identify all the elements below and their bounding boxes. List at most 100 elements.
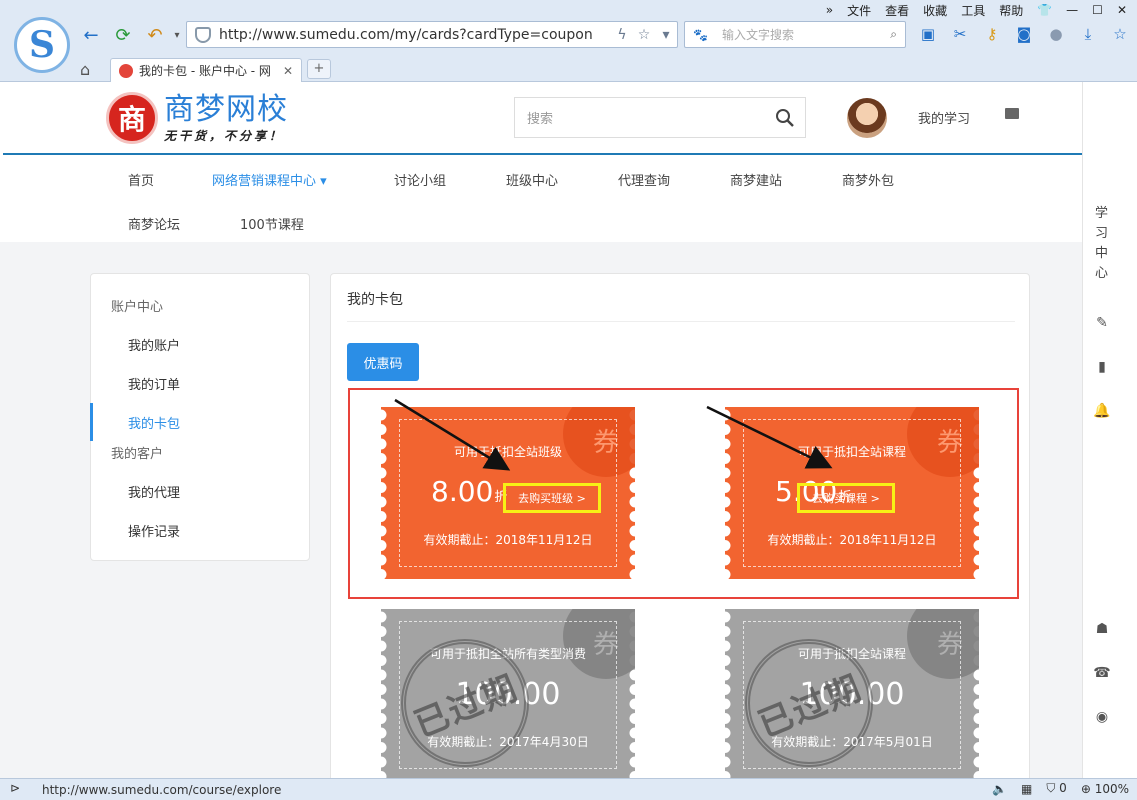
maximize-icon[interactable]: ☐ [1092, 3, 1103, 17]
brand-slogan: 无干货，不分享！ [164, 128, 285, 143]
nav-outsourcing[interactable]: 商梦外包 [842, 170, 894, 189]
panel-title: 我的卡包 [347, 292, 403, 308]
main-nav: 首页 网络营销课程中心 ▾ 讨论小组 班级中心 代理查询 商梦建站 商梦外包 商… [0, 155, 1082, 242]
search-icon[interactable] [765, 108, 805, 128]
toolbar-icons: ▣ ✂ ⚷ ◙ ● ⤓ ☆ [918, 24, 1130, 44]
status-bar: ⊳ http://www.sumedu.com/course/explore 🔈… [0, 778, 1137, 800]
status-url: http://www.sumedu.com/course/explore [42, 782, 282, 797]
qq-icon[interactable]: ☗ [1093, 620, 1111, 638]
url-dropdown-icon[interactable]: ▾ [655, 27, 677, 43]
skin-icon[interactable]: 👕 [1037, 3, 1052, 17]
more-dots-icon[interactable]: ● [1046, 24, 1066, 44]
browser-chrome: S » 文件 查看 收藏 工具 帮助 👕 — ☐ ✕ ← ⟳ ↶ ▾ http:… [0, 0, 1137, 82]
sidebar-active-indicator [90, 403, 93, 441]
nav-site-building[interactable]: 商梦建站 [730, 170, 782, 189]
brand-name: 商梦网校 [164, 91, 288, 127]
menu-view[interactable]: 查看 [885, 2, 909, 19]
favicon-icon [119, 63, 133, 78]
adblock-icon[interactable]: ⛉ 0 [1046, 781, 1066, 796]
nav-course-center[interactable]: 网络营销课程中心 ▾ [212, 170, 327, 189]
site-logo[interactable]: 商 商梦网校 无干货，不分享！ [106, 92, 288, 144]
seal-logo-icon: 商 [106, 92, 158, 144]
browser-menubar: » 文件 查看 收藏 工具 帮助 👕 — ☐ ✕ [826, 1, 1127, 19]
account-sidebar: 账户中心 我的账户 我的订单 我的卡包 我的客户 我的代理 操作记录 [90, 273, 310, 561]
buy-link-button[interactable]: 去购买班级 > [503, 483, 601, 513]
bell-icon[interactable]: 🔔 [1093, 402, 1111, 420]
coupon-card: 券 可用于抵扣全站所有类型消费 100.00 已过期 有效期截止：2017年4月30… [381, 609, 635, 778]
notebook-icon[interactable]: ▮ [1093, 358, 1111, 376]
scissors-icon[interactable]: ✂ [950, 24, 970, 44]
refresh-icon[interactable]: ⟳ [112, 24, 134, 46]
adblock-count: 0 [1059, 781, 1067, 795]
menu-tools[interactable]: 工具 [961, 2, 985, 19]
star-icon[interactable]: ☆ [633, 27, 655, 43]
pencil-icon[interactable]: ✎ [1093, 314, 1111, 332]
menu-more[interactable]: » [826, 3, 833, 17]
address-bar[interactable]: http://www.sumedu.com/my/cards?cardType=… [186, 21, 678, 48]
paw-icon: 🐾 [693, 27, 708, 42]
sidebar-item-my-agents[interactable]: 我的代理 [128, 482, 180, 501]
coupon-expiry: 有效期截止：2018年11月12日 [423, 533, 593, 547]
favorites-star-icon[interactable]: ☆ [1110, 24, 1130, 44]
coupon-expiry: 有效期截止：2017年5月01日 [771, 735, 933, 749]
coupon-description: 可用于抵扣全站班级 [453, 445, 562, 459]
menu-favorites[interactable]: 收藏 [923, 2, 947, 19]
site-search-placeholder: 搜索 [527, 112, 554, 127]
nav-100-courses[interactable]: 100节课程 [240, 214, 304, 233]
undo-icon[interactable]: ↶ [144, 24, 166, 46]
search-icon[interactable]: ⌕ [890, 27, 897, 42]
nav-home[interactable]: 首页 [128, 170, 154, 189]
sidebar-toggle-icon[interactable]: ⊳ [10, 781, 20, 795]
lightning-icon[interactable]: ϟ [611, 27, 633, 43]
close-window-icon[interactable]: ✕ [1117, 3, 1127, 17]
tab-title: 我的卡包 - 账户中心 - 网 [139, 64, 271, 78]
mail-icon[interactable] [1005, 108, 1019, 119]
clipboard-icon[interactable]: ▣ [918, 24, 938, 44]
volume-icon[interactable]: 🔈 [992, 782, 1007, 796]
nav-discussion[interactable]: 讨论小组 [394, 170, 446, 189]
translate-icon[interactable]: ◙ [1014, 24, 1034, 44]
tab-close-icon[interactable]: ✕ [283, 64, 293, 78]
site-header: 商 商梦网校 无干货，不分享！ 搜索 我的学习 首页 网络营销课程中心 ▾ 讨论… [0, 82, 1082, 242]
coupon-card: 券 可用于抵扣全站课程 5.00折 去购买课程 > 有效期截止：2018年11月12… [725, 407, 979, 579]
zoom-level: 100% [1094, 781, 1129, 796]
browser-search-box[interactable]: 🐾 输入文字搜索 ⌕ [684, 21, 906, 48]
nav-forum[interactable]: 商梦论坛 [128, 214, 180, 233]
menu-file[interactable]: 文件 [847, 2, 871, 19]
extension-icon[interactable]: ▦ [1021, 782, 1032, 796]
browser-search-placeholder[interactable]: 输入文字搜索 [722, 26, 794, 43]
sidebar-group-account: 账户中心 [111, 300, 164, 315]
site-search-input[interactable]: 搜索 [514, 97, 806, 138]
nav-agent-query[interactable]: 代理查询 [618, 170, 670, 189]
tab-strip: 我的卡包 - 账户中心 - 网 ✕ + [0, 56, 1137, 82]
web-page: 商 商梦网校 无干货，不分享！ 搜索 我的学习 首页 网络营销课程中心 ▾ 讨论… [0, 82, 1082, 778]
download-icon[interactable]: ⤓ [1078, 24, 1098, 44]
zoom-icon[interactable]: ⊕ 100% [1081, 782, 1129, 796]
minimize-icon[interactable]: — [1066, 3, 1078, 17]
wechat-icon[interactable]: ◉ [1093, 708, 1111, 726]
right-rail: 学习中心 ✎ ▮ 🔔 ☗ ☎ ◉ [1082, 82, 1137, 778]
key-icon[interactable]: ⚷ [982, 24, 1002, 44]
menu-help[interactable]: 帮助 [999, 2, 1023, 19]
user-avatar[interactable] [847, 98, 887, 138]
panel-divider [347, 321, 1015, 322]
back-arrow-icon[interactable]: ← [80, 24, 102, 46]
sidebar-group-customers[interactable]: 我的客户 [111, 443, 163, 462]
coupon-amount: 8.00折 [431, 475, 508, 508]
my-learning-link[interactable]: 我的学习 [918, 108, 970, 127]
undo-dropdown-icon[interactable]: ▾ [166, 24, 188, 46]
coupon-expiry: 有效期截止：2017年4月30日 [427, 735, 589, 749]
phone-icon[interactable]: ☎ [1093, 664, 1111, 682]
sidebar-item-operation-log[interactable]: 操作记录 [128, 521, 180, 540]
address-text[interactable]: http://www.sumedu.com/my/cards?cardType=… [219, 27, 611, 43]
nav-class-center[interactable]: 班级中心 [506, 170, 558, 189]
sidebar-item-my-account[interactable]: 我的账户 [128, 335, 180, 354]
tab-coupon-code[interactable]: 优惠码 [347, 343, 419, 381]
learning-center-label[interactable]: 学习中心 [1095, 204, 1109, 284]
coupon-card: 券 可用于抵扣全站班级 8.00折 去购买班级 > 有效期截止：2018年11月12… [381, 407, 635, 579]
new-tab-button[interactable]: + [307, 59, 331, 79]
sidebar-item-my-cards[interactable]: 我的卡包 [128, 413, 180, 432]
buy-link-button[interactable]: 去购买课程 > [797, 483, 895, 513]
sidebar-item-my-orders[interactable]: 我的订单 [128, 374, 180, 393]
browser-tab[interactable]: 我的卡包 - 账户中心 - 网 ✕ [110, 58, 302, 82]
